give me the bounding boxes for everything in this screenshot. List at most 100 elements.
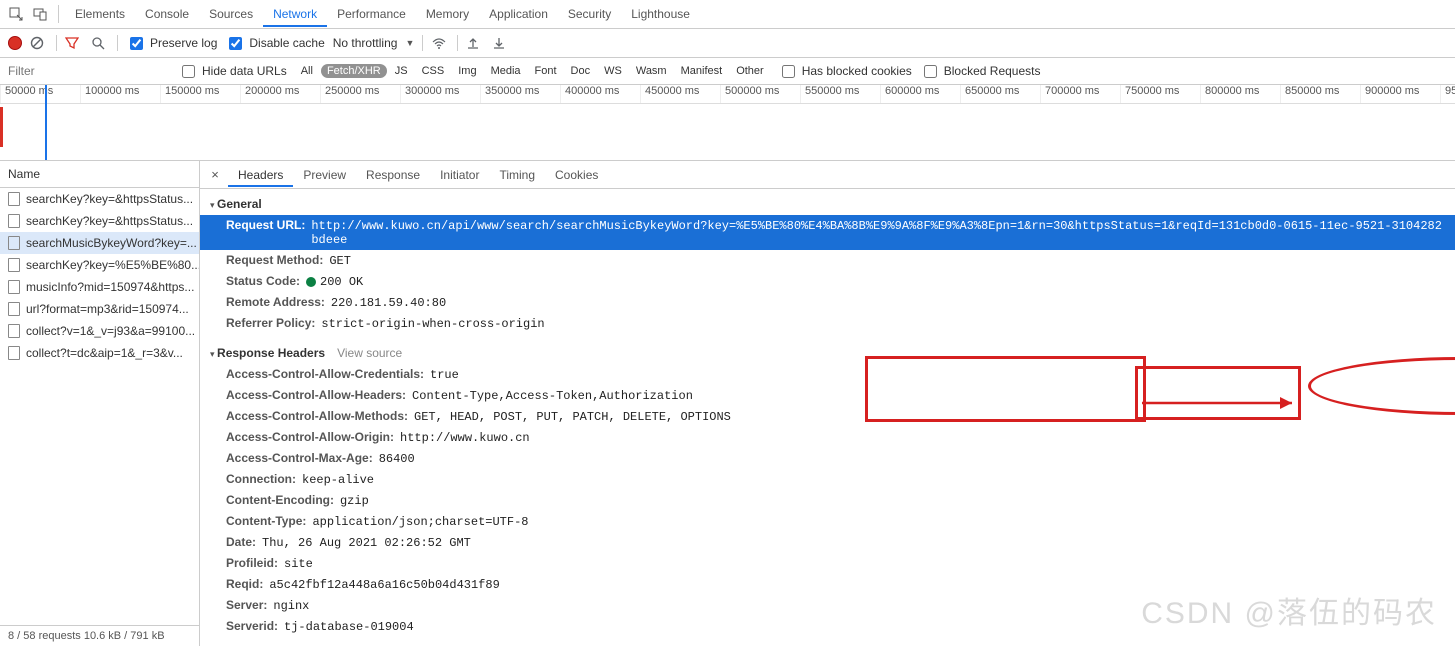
- request-row[interactable]: searchKey?key=&httpsStatus...: [0, 188, 199, 210]
- request-row[interactable]: searchKey?key=&httpsStatus...: [0, 210, 199, 232]
- request-name: collect?t=dc&aip=1&_r=3&v...: [26, 346, 183, 360]
- main-tab-console[interactable]: Console: [135, 1, 199, 27]
- response-header-row: Connection:keep-alive: [200, 469, 1455, 490]
- main-tab-performance[interactable]: Performance: [327, 1, 416, 27]
- filter-input[interactable]: [6, 60, 170, 82]
- response-header-row: Access-Control-Allow-Credentials:true: [200, 364, 1455, 385]
- detail-tab-response[interactable]: Response: [356, 163, 430, 187]
- record-button[interactable]: [8, 36, 22, 50]
- detail-tab-headers[interactable]: Headers: [228, 163, 293, 187]
- view-source-link[interactable]: View source: [337, 346, 402, 360]
- chevron-down-icon[interactable]: ▼: [405, 38, 414, 48]
- name-column-header[interactable]: Name: [0, 161, 199, 188]
- device-icon[interactable]: [28, 2, 52, 26]
- filter-type-css[interactable]: CSS: [416, 64, 451, 78]
- response-header-row: Access-Control-Allow-Headers:Content-Typ…: [200, 385, 1455, 406]
- filter-type-font[interactable]: Font: [529, 64, 563, 78]
- disable-cache-checkbox[interactable]: Disable cache: [225, 34, 324, 53]
- file-icon: [8, 302, 20, 316]
- timeline-tick: 100000 ms: [80, 85, 160, 103]
- timeline-tick: 300000 ms: [400, 85, 480, 103]
- timeline-tick: 850000 ms: [1280, 85, 1360, 103]
- main-tab-security[interactable]: Security: [558, 1, 621, 27]
- timeline-tick: 800000 ms: [1200, 85, 1280, 103]
- blocked-requests-checkbox[interactable]: Blocked Requests: [920, 62, 1041, 81]
- detail-tab-initiator[interactable]: Initiator: [430, 163, 489, 187]
- timeline-tick: 50000 ms: [0, 85, 80, 103]
- request-row[interactable]: collect?v=1&_v=j93&a=99100...: [0, 320, 199, 342]
- network-toolbar: Preserve log Disable cache No throttling…: [0, 29, 1455, 58]
- request-name: searchKey?key=%E5%BE%80...: [26, 258, 199, 272]
- wifi-icon[interactable]: [431, 36, 449, 50]
- filter-type-doc[interactable]: Doc: [565, 64, 597, 78]
- upload-icon[interactable]: [466, 36, 484, 50]
- request-row[interactable]: searchKey?key=%E5%BE%80...: [0, 254, 199, 276]
- timeline-tick: 250000 ms: [320, 85, 400, 103]
- response-header-row: Access-Control-Allow-Methods:GET, HEAD, …: [200, 406, 1455, 427]
- main-tab-sources[interactable]: Sources: [199, 1, 263, 27]
- filter-type-ws[interactable]: WS: [598, 64, 628, 78]
- close-icon[interactable]: ×: [204, 167, 226, 182]
- main-tab-network[interactable]: Network: [263, 1, 327, 27]
- download-icon[interactable]: [492, 36, 510, 50]
- search-icon[interactable]: [91, 36, 109, 50]
- filter-type-js[interactable]: JS: [389, 64, 414, 78]
- filter-type-img[interactable]: Img: [452, 64, 482, 78]
- filter-type-all[interactable]: All: [295, 64, 319, 78]
- filter-type-media[interactable]: Media: [485, 64, 527, 78]
- timeline-tick: 450000 ms: [640, 85, 720, 103]
- response-header-row: Serverid:tj-database-019004: [200, 616, 1455, 637]
- filter-type-wasm[interactable]: Wasm: [630, 64, 673, 78]
- filter-bar: Hide data URLs AllFetch/XHRJSCSSImgMedia…: [0, 58, 1455, 85]
- request-row[interactable]: collect?t=dc&aip=1&_r=3&v...: [0, 342, 199, 364]
- detail-tab-timing[interactable]: Timing: [489, 163, 545, 187]
- timeline-cursor[interactable]: [45, 85, 47, 160]
- status-code-row: Status Code:200 OK: [200, 271, 1455, 292]
- timeline-tick: 900000 ms: [1360, 85, 1440, 103]
- detail-tab-cookies[interactable]: Cookies: [545, 163, 608, 187]
- response-headers-section-header[interactable]: Response HeadersView source: [200, 342, 1455, 364]
- response-header-row: Content-Encoding:gzip: [200, 490, 1455, 511]
- timeline-tick: 350000 ms: [480, 85, 560, 103]
- timeline-tick: 950000 ms: [1440, 85, 1455, 103]
- preserve-log-checkbox[interactable]: Preserve log: [126, 34, 217, 53]
- response-header-row: Date:Thu, 26 Aug 2021 02:26:52 GMT: [200, 532, 1455, 553]
- main-tab-application[interactable]: Application: [479, 1, 558, 27]
- timeline-activity: [0, 107, 3, 147]
- timeline-tick: 400000 ms: [560, 85, 640, 103]
- timeline-tick: 550000 ms: [800, 85, 880, 103]
- timeline-tick: 500000 ms: [720, 85, 800, 103]
- timeline-overview[interactable]: 50000 ms100000 ms150000 ms200000 ms25000…: [0, 85, 1455, 161]
- filter-type-other[interactable]: Other: [730, 64, 770, 78]
- filter-type-manifest[interactable]: Manifest: [675, 64, 729, 78]
- file-icon: [8, 324, 20, 338]
- has-blocked-cookies-checkbox[interactable]: Has blocked cookies: [778, 62, 912, 81]
- clear-icon[interactable]: [30, 36, 48, 50]
- request-row[interactable]: url?format=mp3&rid=150974...: [0, 298, 199, 320]
- response-header-row: Access-Control-Max-Age:86400: [200, 448, 1455, 469]
- throttling-select[interactable]: No throttling: [333, 36, 398, 50]
- file-icon: [8, 346, 20, 360]
- response-header-row: Server:nginx: [200, 595, 1455, 616]
- request-details: × HeadersPreviewResponseInitiatorTimingC…: [200, 161, 1455, 646]
- request-method-row: Request Method:GET: [200, 250, 1455, 271]
- request-row[interactable]: searchMusicBykeyWord?key=...: [0, 232, 199, 254]
- response-header-row: Access-Control-Allow-Origin:http://www.k…: [200, 427, 1455, 448]
- filter-icon[interactable]: [65, 36, 83, 50]
- hide-data-urls-checkbox[interactable]: Hide data URLs: [178, 62, 287, 81]
- timeline-tick: 650000 ms: [960, 85, 1040, 103]
- referrer-policy-row: Referrer Policy:strict-origin-when-cross…: [200, 313, 1455, 334]
- general-section-header[interactable]: General: [200, 193, 1455, 215]
- response-header-row: Reqid:a5c42fbf12a448a6a16c50b04d431f89: [200, 574, 1455, 595]
- main-tab-memory[interactable]: Memory: [416, 1, 479, 27]
- file-icon: [8, 192, 20, 206]
- detail-tab-preview[interactable]: Preview: [293, 163, 356, 187]
- remote-address-row: Remote Address:220.181.59.40:80: [200, 292, 1455, 313]
- filter-type-fetch-xhr[interactable]: Fetch/XHR: [321, 64, 387, 78]
- main-tab-elements[interactable]: Elements: [65, 1, 135, 27]
- inspect-icon[interactable]: [4, 2, 28, 26]
- main-tab-lighthouse[interactable]: Lighthouse: [621, 1, 700, 27]
- timeline-tick: 150000 ms: [160, 85, 240, 103]
- request-row[interactable]: musicInfo?mid=150974&https...: [0, 276, 199, 298]
- request-url-row[interactable]: Request URL:http://www.kuwo.cn/api/www/s…: [200, 215, 1455, 250]
